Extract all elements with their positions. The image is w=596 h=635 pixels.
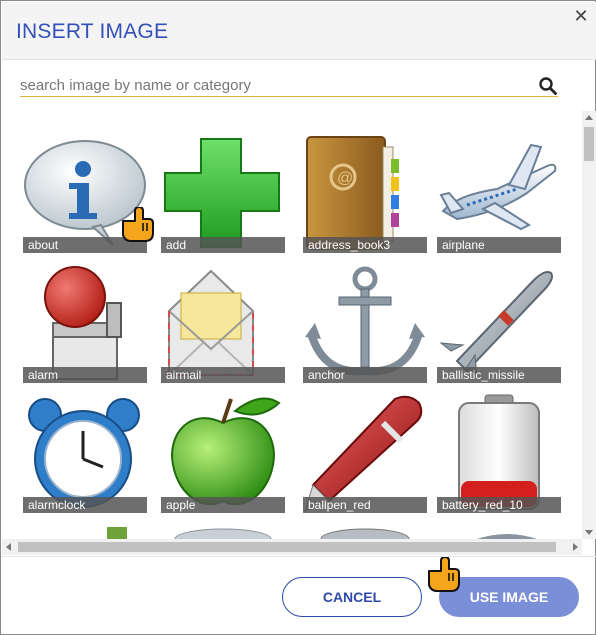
footer-divider (2, 556, 596, 557)
image-tile-airmail[interactable]: airmail (161, 263, 285, 383)
scroll-left-icon[interactable] (6, 543, 11, 551)
partial-icon (174, 528, 272, 539)
close-icon[interactable]: ✕ (572, 6, 590, 26)
tile-label: airmail (161, 367, 285, 383)
svg-text:@: @ (337, 170, 353, 187)
image-tile-ballpen-red[interactable]: ballpen_red (303, 393, 427, 513)
dialog-header: INSERT IMAGE ✕ (2, 2, 596, 60)
insert-image-dialog: INSERT IMAGE ✕ about add (0, 0, 596, 635)
cancel-button[interactable]: CANCEL (282, 577, 422, 617)
tile-label: airplane (437, 237, 561, 253)
image-tile-ballistic-missile[interactable]: ballistic_missile (437, 263, 561, 383)
missile-icon (439, 271, 553, 379)
airplane-icon (439, 143, 557, 231)
plus-icon (164, 138, 280, 248)
image-tile-partial[interactable] (23, 523, 147, 539)
tile-label: alarmclock (23, 497, 147, 513)
partial-icon (107, 527, 127, 539)
dialog-title: INSERT IMAGE (16, 20, 169, 43)
image-tile-alarmclock[interactable]: alarmclock (23, 393, 147, 513)
horizontal-scroll-thumb[interactable] (18, 542, 556, 552)
image-tile-address-book3[interactable]: @ address_book3 (303, 133, 427, 253)
vertical-scroll-thumb[interactable] (584, 127, 594, 161)
image-tile-anchor[interactable]: anchor (303, 263, 427, 383)
tile-label: battery_red_10 (437, 497, 561, 513)
tile-label: apple (161, 497, 285, 513)
image-tile-battery-red-10[interactable]: battery_red_10 (437, 393, 561, 513)
apple-icon (171, 397, 281, 506)
airmail-envelope-icon (168, 269, 254, 376)
hand-cursor-icon (122, 207, 154, 242)
image-tile-apple[interactable]: apple (161, 393, 285, 513)
red-pen-icon (304, 395, 423, 512)
image-tile-airplane[interactable]: airplane (437, 133, 561, 253)
alarm-bell-icon (44, 266, 122, 380)
vertical-scrollbar[interactable] (582, 111, 596, 539)
tile-label: address_book3 (303, 237, 427, 253)
hand-cursor-icon (428, 557, 460, 592)
address-book-icon: @ (306, 136, 399, 250)
alarm-clock-icon (28, 398, 140, 508)
tile-label: alarm (23, 367, 147, 383)
tile-label: add (161, 237, 285, 253)
search-icon[interactable] (538, 76, 558, 96)
search-bar (20, 71, 558, 97)
horizontal-scrollbar[interactable] (2, 539, 582, 555)
tile-label: anchor (303, 367, 427, 383)
scroll-right-icon[interactable] (573, 543, 578, 551)
tile-label: ballistic_missile (437, 367, 561, 383)
scroll-up-icon[interactable] (585, 115, 593, 120)
partial-icon (477, 534, 537, 539)
partial-icon (320, 528, 410, 539)
image-tile-partial[interactable] (437, 523, 561, 539)
image-tile-partial[interactable] (161, 523, 285, 539)
image-tile-alarm[interactable]: alarm (23, 263, 147, 383)
anchor-icon (305, 266, 425, 376)
image-gallery: about add @ address_book3 airplane alarm… (1, 111, 581, 539)
battery-icon (458, 394, 540, 510)
image-tile-add[interactable]: add (161, 133, 285, 253)
tile-label: ballpen_red (303, 497, 427, 513)
search-input[interactable] (20, 75, 520, 95)
image-tile-partial[interactable] (303, 523, 427, 539)
scroll-down-icon[interactable] (585, 530, 593, 535)
